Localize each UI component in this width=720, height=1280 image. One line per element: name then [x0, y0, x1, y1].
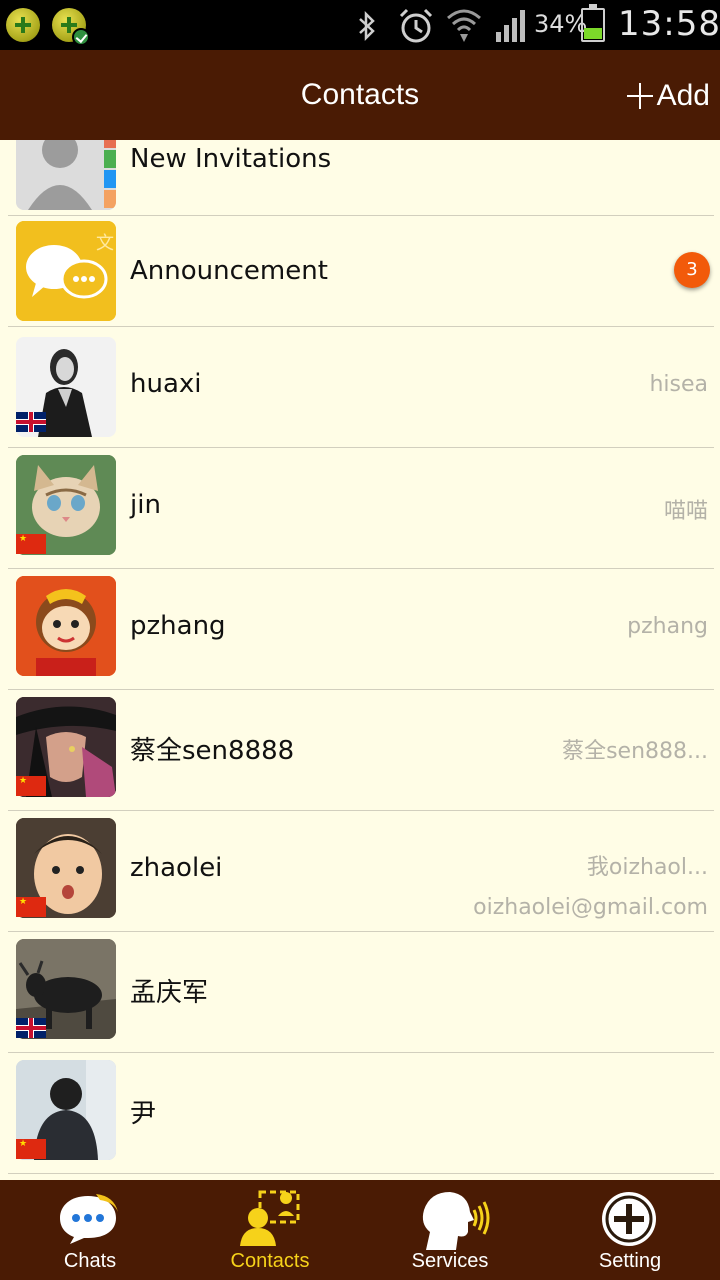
tab-chats[interactable]: Chats — [0, 1180, 180, 1280]
add-contact-button[interactable]: Add — [626, 78, 710, 114]
plus-icon — [626, 83, 653, 109]
contact-list[interactable]: New Invitations 文 Announcement 3 huaxi h… — [0, 140, 720, 1180]
avatar — [16, 576, 116, 676]
contacts-icon — [240, 1190, 300, 1246]
china-flag-icon — [16, 1139, 46, 1159]
tab-label: Services — [411, 1250, 489, 1272]
battery-percent: 34% — [534, 10, 588, 38]
list-item-contact[interactable]: 蔡全sen8888 蔡全sen888... — [0, 690, 720, 811]
contact-name: New Invitations — [130, 144, 332, 174]
contact-status: 喵喵 — [663, 499, 708, 524]
contact-status: pzhang — [627, 614, 708, 639]
tab-services[interactable]: Services — [360, 1180, 540, 1280]
contact-name: huaxi — [130, 369, 202, 399]
app-notification-icon — [6, 8, 40, 42]
chat-bubble-icon — [60, 1194, 118, 1244]
list-item-contact[interactable]: huaxi hisea — [0, 327, 720, 448]
contact-name: Announcement — [130, 256, 328, 286]
china-flag-icon — [16, 534, 46, 554]
contact-name: zhaolei — [130, 853, 223, 883]
add-button-label: Add — [656, 79, 710, 112]
uk-flag-icon — [16, 412, 46, 432]
plus-circle-icon — [602, 1192, 656, 1246]
tab-contacts[interactable]: Contacts — [180, 1180, 360, 1280]
services-head-icon — [422, 1192, 490, 1250]
list-item-contact[interactable]: jin 喵喵 — [0, 448, 720, 569]
china-flag-icon — [16, 776, 46, 796]
bluetooth-icon — [359, 10, 375, 42]
tab-label: Setting — [598, 1250, 662, 1272]
header-bar: Contacts Add — [0, 50, 720, 140]
app-notification-check-icon — [52, 8, 90, 46]
tab-label: Contacts — [230, 1250, 310, 1272]
list-item-announcement[interactable]: 文 Announcement 3 — [0, 216, 720, 327]
list-item-contact[interactable]: zhaolei 我oizhaol... oizhaolei@gmail.com — [0, 811, 720, 932]
contact-email: oizhaolei@gmail.com — [473, 895, 708, 920]
clock: 13:58 — [618, 4, 720, 44]
contact-status: 我oizhaol... — [586, 855, 708, 880]
contact-name: 尹 — [130, 1099, 157, 1129]
svg-text:文: 文 — [96, 233, 114, 254]
divider — [8, 1173, 714, 1174]
page-title: Contacts — [300, 78, 420, 111]
tab-label: Chats — [63, 1250, 117, 1272]
battery-icon — [581, 4, 605, 42]
default-contact-icon — [16, 140, 116, 210]
contact-name: 孟庆军 — [130, 978, 209, 1008]
bottom-tab-bar: Chats Contacts Services Setting — [0, 1180, 720, 1280]
unread-count-badge: 3 — [674, 252, 710, 288]
list-item-new-invitations[interactable]: New Invitations — [0, 140, 720, 216]
tab-setting[interactable]: Setting — [540, 1180, 720, 1280]
alarm-icon — [399, 8, 433, 43]
announcement-chat-icon: 文 — [16, 221, 116, 321]
status-bar: 34% 13:58 — [0, 0, 720, 50]
contact-status: 蔡全sen888... — [562, 739, 708, 764]
contact-name: 蔡全sen8888 — [130, 736, 295, 766]
contact-name: jin — [130, 490, 161, 520]
contact-name: pzhang — [130, 611, 226, 641]
signal-icon — [496, 10, 525, 42]
list-item-contact[interactable]: 孟庆军 — [0, 932, 720, 1053]
uk-flag-icon — [16, 1018, 46, 1038]
wifi-icon — [447, 9, 481, 42]
china-flag-icon — [16, 897, 46, 917]
list-item-contact[interactable]: pzhang pzhang — [0, 569, 720, 690]
list-item-contact[interactable]: 尹 — [0, 1053, 720, 1174]
contact-status: hisea — [649, 372, 708, 397]
